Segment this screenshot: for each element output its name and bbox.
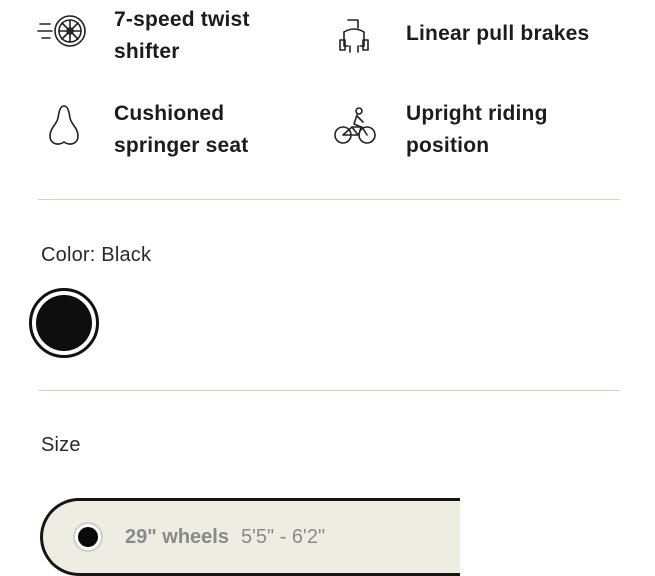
divider bbox=[38, 390, 620, 391]
size-label: Size bbox=[41, 434, 81, 456]
color-swatch-black[interactable] bbox=[29, 288, 99, 358]
size-option-29-wheels[interactable]: 29" wheels 5'5" - 6'2" bbox=[40, 498, 460, 576]
swatch-fill bbox=[36, 295, 92, 351]
saddle-icon bbox=[36, 98, 92, 154]
feature-brakes: Linear pull brakes bbox=[326, 10, 636, 66]
cyclist-icon bbox=[326, 98, 382, 154]
twist-shifter-icon bbox=[36, 4, 92, 60]
color-label: Color: Black bbox=[41, 244, 152, 266]
feature-springer-seat: Cushioned springer seat bbox=[36, 98, 284, 162]
radio-button[interactable] bbox=[73, 522, 103, 552]
feature-label: Cushioned springer seat bbox=[114, 102, 249, 157]
radio-selected-dot bbox=[78, 527, 98, 547]
size-option-wheels: 29" wheels bbox=[125, 525, 229, 548]
divider bbox=[38, 199, 620, 200]
feature-twist-shifter: 7-speed twist shifter bbox=[36, 4, 284, 68]
feature-label: Linear pull brakes bbox=[406, 22, 590, 45]
feature-label: 7-speed twist shifter bbox=[114, 8, 250, 63]
brakes-icon bbox=[326, 10, 382, 66]
feature-upright-position: Upright riding position bbox=[326, 98, 606, 162]
size-option-range: 5'5" - 6'2" bbox=[240, 525, 326, 548]
feature-label: Upright riding position bbox=[406, 102, 548, 157]
